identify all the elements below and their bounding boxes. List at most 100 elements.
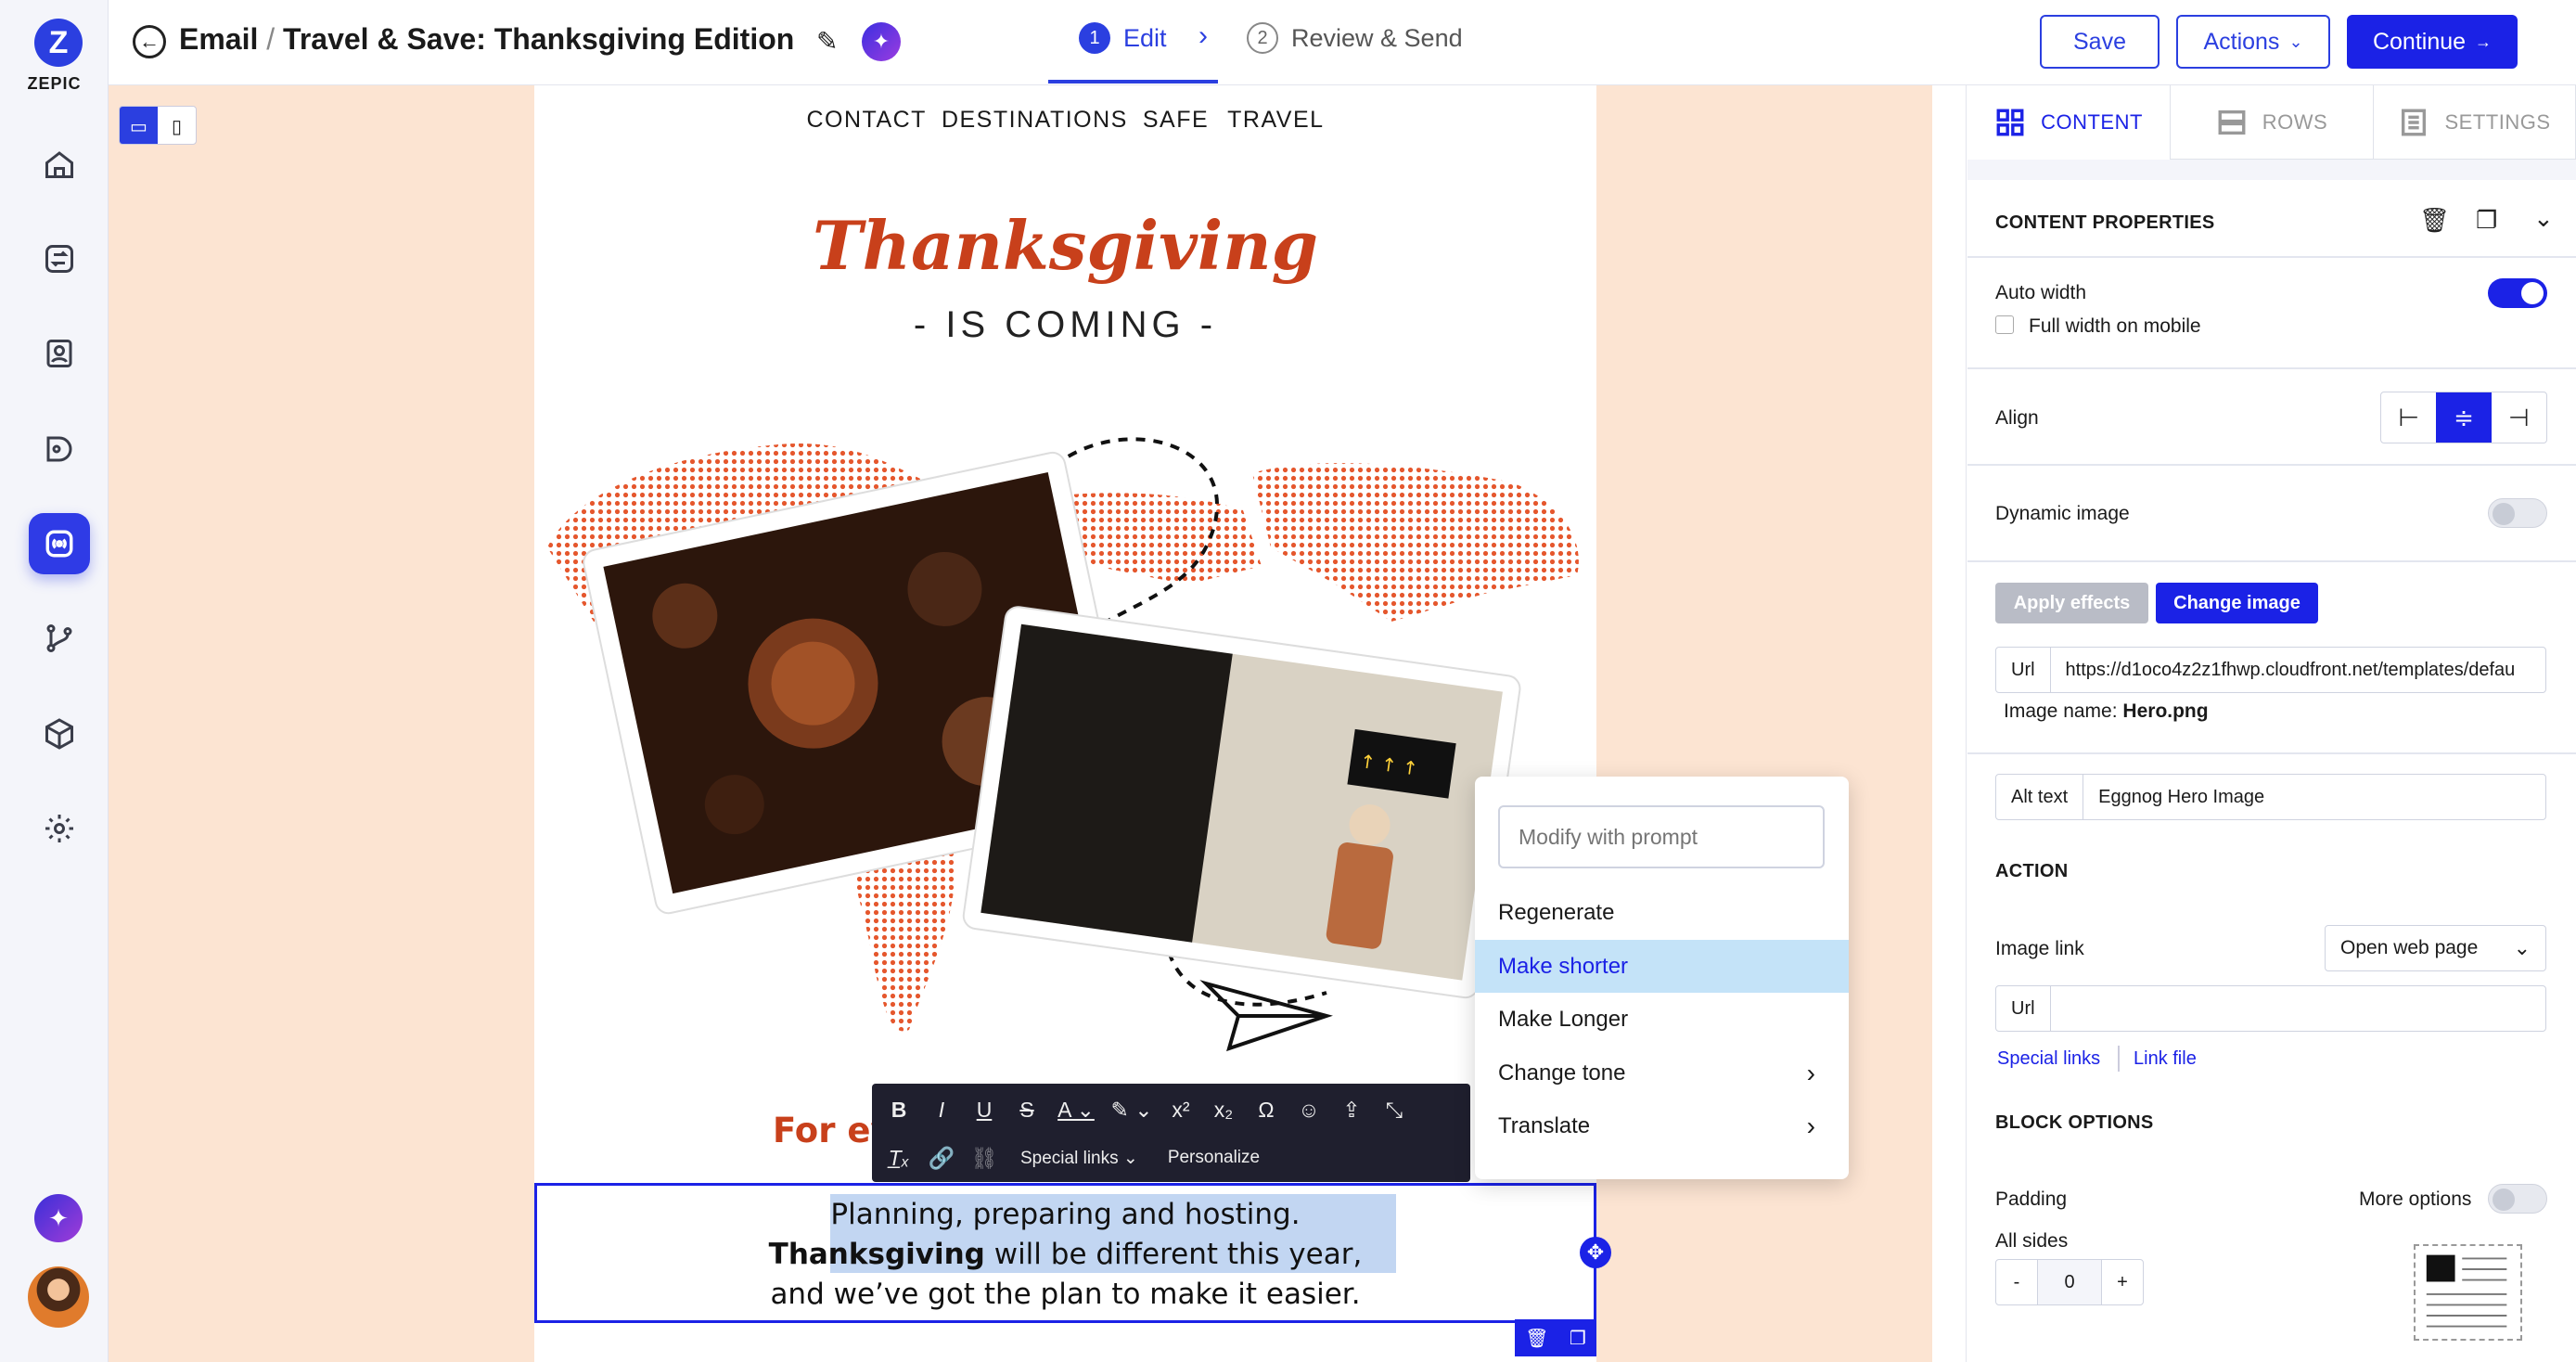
increment-button[interactable]: +	[2101, 1260, 2143, 1304]
grid-icon	[1996, 109, 2024, 136]
tab-label: ROWS	[2262, 109, 2328, 134]
title-separator: /	[266, 22, 276, 56]
link-file-link[interactable]: Link file	[2134, 1048, 2197, 1070]
paper-plane-icon	[1199, 980, 1333, 1052]
subscript-icon[interactable]: x₂	[1202, 1088, 1245, 1131]
strikethrough-icon[interactable]: S	[1006, 1088, 1048, 1131]
step-review-send[interactable]: 2 Review & Send	[1247, 22, 1463, 54]
superscript-icon[interactable]: x²	[1160, 1088, 1202, 1131]
menu-item-label: Make Longer	[1498, 1006, 1629, 1032]
hero-image[interactable]: ↑ ↑ ↑	[538, 399, 1596, 1067]
change-image-button[interactable]: Change image	[2156, 583, 2318, 623]
special-links-dropdown[interactable]: Special links ⌄	[1006, 1148, 1153, 1169]
flows-icon[interactable]	[35, 614, 83, 662]
upload-icon[interactable]: ⇪	[1330, 1088, 1373, 1131]
email-link-contact[interactable]: CONTACT	[806, 107, 926, 133]
tab-content[interactable]: CONTENT	[1967, 85, 2171, 160]
align-right-icon[interactable]: ⊣	[2492, 392, 2546, 443]
para-bold: Thanksgiving	[768, 1238, 985, 1271]
logo-letter: Z	[48, 24, 69, 60]
font-color-icon[interactable]: A ⌄	[1048, 1088, 1104, 1131]
personalize-button[interactable]: Personalize	[1153, 1148, 1275, 1168]
align-left-icon[interactable]: ⊢	[2381, 392, 2436, 443]
duplicate-icon[interactable]: ❐	[2476, 206, 2497, 235]
link-url-field[interactable]: Url	[1995, 985, 2546, 1032]
broadcast-icon[interactable]	[29, 513, 90, 574]
segments-icon[interactable]	[35, 425, 83, 473]
modify-prompt-input[interactable]	[1498, 805, 1825, 868]
content-properties-header: CONTENT PROPERTIES	[1995, 212, 2215, 233]
all-sides-label: All sides	[1995, 1230, 2069, 1252]
link-icon[interactable]: 🔗	[920, 1137, 963, 1179]
mobile-view-icon[interactable]: ▯	[158, 107, 196, 144]
swap-icon[interactable]	[35, 235, 83, 283]
divider	[1967, 464, 2576, 466]
tab-rows[interactable]: ROWS	[2171, 85, 2374, 160]
continue-button[interactable]: Continue →	[2347, 15, 2518, 69]
image-link-label: Image link	[1995, 938, 2084, 959]
menu-item-translate[interactable]: Translate ›	[1475, 1099, 1849, 1152]
para-line-2-rest: will be different this year,	[984, 1238, 1363, 1271]
auto-width-toggle[interactable]	[2488, 278, 2547, 308]
save-button[interactable]: Save	[2040, 15, 2159, 69]
underline-icon[interactable]: U	[963, 1088, 1006, 1131]
tab-settings[interactable]: SETTINGS	[2374, 85, 2576, 160]
step-label: Review & Send	[1291, 23, 1463, 52]
toggle-knob	[2493, 503, 2515, 525]
url-prefix: Url	[1996, 986, 2051, 1031]
image-url-field[interactable]: Url https://d1oco4z2z1fhwp.cloudfront.net…	[1995, 647, 2546, 693]
home-icon[interactable]	[35, 140, 83, 188]
email-headline[interactable]: Thanksgiving	[534, 206, 1596, 285]
gear-icon[interactable]	[35, 804, 83, 853]
desktop-view-icon[interactable]: ▭	[120, 107, 158, 144]
unlink-icon[interactable]: ⛓	[963, 1137, 1006, 1179]
arrow-right-icon: →	[2475, 32, 2493, 51]
decrement-button[interactable]: -	[1996, 1260, 2038, 1304]
menu-item-change-tone[interactable]: Change tone ›	[1475, 1047, 1849, 1099]
dynamic-image-toggle[interactable]	[2488, 498, 2547, 528]
apply-effects-button[interactable]: Apply effects	[1995, 583, 2148, 623]
more-options-toggle[interactable]	[2488, 1184, 2547, 1214]
menu-item-label: Make shorter	[1498, 953, 1629, 979]
trash-icon[interactable]: 🗑	[1525, 1327, 1548, 1350]
menu-item-regenerate[interactable]: Regenerate	[1475, 886, 1849, 939]
bold-icon[interactable]: B	[878, 1088, 920, 1131]
menu-item-make-longer[interactable]: Make Longer	[1475, 993, 1849, 1046]
dynamic-image-label: Dynamic image	[1995, 503, 2130, 524]
clear-format-icon[interactable]: T̲ₓ	[878, 1137, 920, 1179]
back-arrow-icon[interactable]: ←	[133, 25, 166, 58]
ai-assistant-icon[interactable]: ✦	[34, 1194, 83, 1242]
alt-text-field[interactable]: Alt text Eggnog Hero Image	[1995, 774, 2546, 820]
device-toggle: ▭ ▯	[119, 106, 197, 145]
trash-icon[interactable]: 🗑	[2419, 206, 2450, 235]
padding-label: Padding	[1995, 1189, 2068, 1210]
padding-value[interactable]: 0	[2038, 1260, 2101, 1304]
step-edit[interactable]: 1 Edit	[1079, 22, 1167, 54]
menu-item-make-shorter[interactable]: Make shorter	[1475, 940, 1849, 993]
duplicate-icon[interactable]: ❐	[1570, 1327, 1586, 1350]
special-char-icon[interactable]: Ω	[1245, 1088, 1288, 1131]
move-handle-icon[interactable]: ✥	[1580, 1237, 1611, 1268]
full-width-mobile-checkbox[interactable]	[1995, 315, 2014, 334]
user-avatar[interactable]	[28, 1266, 89, 1328]
actions-button[interactable]: Actions ⌄	[2176, 15, 2330, 69]
title-section: Email	[179, 22, 259, 56]
special-links-link[interactable]: Special links	[1997, 1048, 2100, 1070]
chevron-down-icon[interactable]: ⌄	[2533, 204, 2554, 233]
emoji-icon[interactable]: ☺	[1288, 1088, 1330, 1131]
image-name-value: Hero.png	[2122, 700, 2209, 722]
email-link-safe-travel[interactable]: SAFE TRAVEL	[1143, 107, 1325, 133]
email-subheadline[interactable]: - IS COMING -	[534, 304, 1596, 346]
contacts-icon[interactable]	[35, 329, 83, 378]
image-link-select[interactable]: Open web page ⌄	[2325, 925, 2546, 971]
cube-icon[interactable]	[35, 710, 83, 758]
email-link-destinations[interactable]: DESTINATIONS	[942, 107, 1128, 133]
highlight-icon[interactable]: ✎ ⌄	[1104, 1088, 1160, 1131]
edit-pencil-icon[interactable]: ✎	[816, 26, 838, 57]
collapse-icon[interactable]: ⤡	[1373, 1088, 1416, 1131]
ai-sparkle-icon[interactable]: ✦	[862, 22, 901, 61]
zepic-logo[interactable]: Z	[34, 19, 83, 67]
align-center-icon[interactable]: ≑	[2436, 392, 2492, 443]
paragraph-text[interactable]: Planning, preparing and hosting. Thanksg…	[534, 1195, 1596, 1315]
italic-icon[interactable]: I	[920, 1088, 963, 1131]
